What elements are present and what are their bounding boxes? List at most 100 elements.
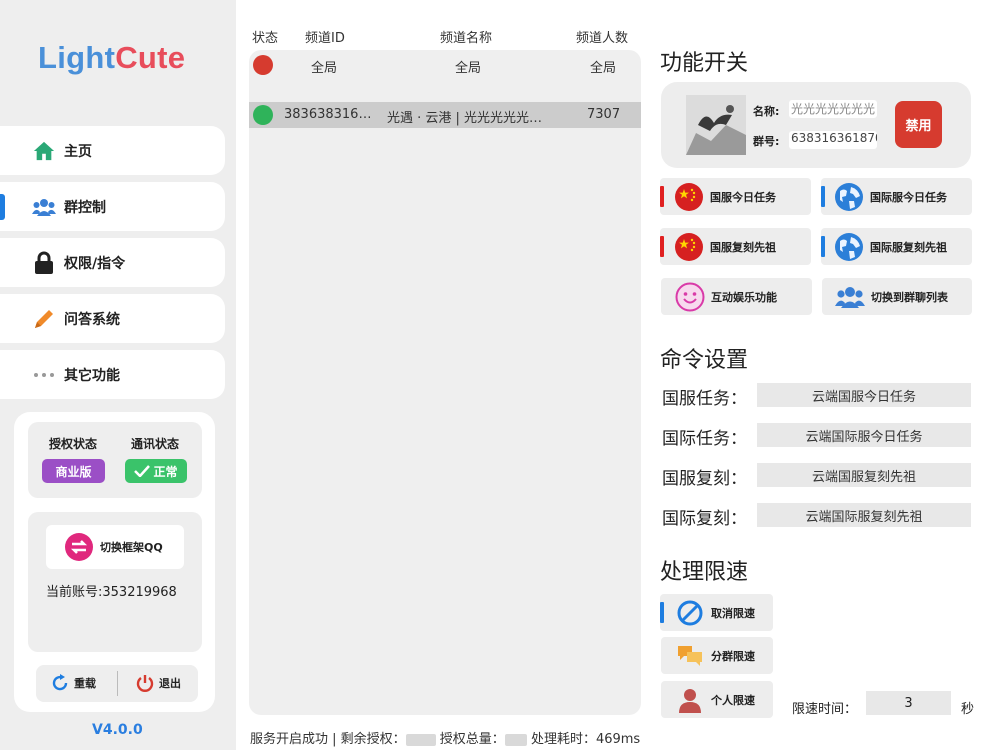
cmd-input-intl-task[interactable]: 云端国际服今日任务 — [757, 423, 971, 447]
cell-channel-id: 383638316… — [284, 107, 372, 122]
switch-qq-button[interactable]: 切换框架QQ — [46, 525, 184, 569]
footer-remaining: 服务开启成功 | 剩余授权： — [250, 732, 406, 747]
button-label: 国服复刻先祖 — [710, 240, 776, 254]
reload-label: 重载 — [74, 677, 96, 690]
table-row[interactable]: 全局 全局 全局 — [249, 52, 641, 78]
nav-item-home[interactable]: 主页 — [0, 126, 225, 175]
cmd-value: 云端国服复刻先祖 — [811, 469, 916, 485]
check-icon — [134, 465, 151, 477]
column-header-channel-name[interactable]: 频道名称 — [440, 27, 492, 46]
cmd-input-intl-rerun[interactable]: 云端国际服复刻先祖 — [757, 503, 971, 527]
switch-group-list-button[interactable]: 切换到群聊列表 — [822, 278, 972, 315]
nav-item-permissions[interactable]: 权限/指令 — [0, 238, 225, 287]
nav-item-group-control[interactable]: 群控制 — [0, 182, 225, 231]
nav-label: 群控制 — [64, 199, 106, 216]
cell-channel-id: 全局 — [311, 61, 338, 76]
person-icon — [675, 685, 705, 715]
group-icon — [835, 282, 865, 312]
column-header-channel-id[interactable]: 频道ID — [305, 27, 345, 46]
status-panel: 授权状态 通讯状态 商业版 正常 切换框架QQ 当前账号:353219968 重… — [14, 412, 215, 712]
group-avatar — [686, 95, 746, 155]
accent-bar — [660, 236, 664, 257]
more-dots-icon — [32, 363, 56, 387]
intl-daily-task-button[interactable]: 国际服今日任务 — [821, 178, 972, 215]
cmd-label-intl-rerun: 国际复刻： — [662, 509, 747, 529]
account-card: 切换框架QQ 当前账号:353219968 — [28, 512, 202, 652]
switch-qq-label: 切换框架QQ — [100, 541, 163, 554]
redacted-value — [405, 733, 436, 746]
divider — [117, 671, 118, 696]
auth-status-badge: 商业版 — [42, 459, 105, 483]
globe-icon — [834, 232, 864, 262]
cmd-value: 云端国际服复刻先祖 — [805, 509, 923, 525]
button-label: 个人限速 — [711, 693, 755, 707]
china-flag-icon — [674, 232, 704, 262]
exit-button[interactable]: 退出 — [135, 673, 181, 693]
column-header-member-count[interactable]: 频道人数 — [576, 27, 628, 46]
nav-label: 其它功能 — [64, 367, 120, 384]
auth-status-value: 商业版 — [55, 464, 92, 479]
footer-time: 处理耗时：469ms — [530, 732, 641, 747]
comm-status-badge: 正常 — [125, 459, 187, 483]
button-label: 国际服今日任务 — [870, 190, 947, 204]
app-logo: LightCute — [38, 40, 185, 76]
smile-icon — [675, 282, 705, 312]
accent-bar — [821, 236, 825, 257]
group-name-label: 名称: — [753, 105, 780, 118]
accent-bar — [821, 186, 825, 207]
rate-limit-unit: 秒 — [961, 702, 975, 717]
group-info-card: 名称: 光光光光光光光 群号: 638316361870 禁用 — [661, 82, 971, 168]
home-icon — [32, 139, 56, 163]
status-dot-green — [253, 105, 273, 125]
cell-channel-name: 光遇 · 云港 | 光光光光光… — [387, 111, 543, 126]
rate-limit-time-input[interactable]: 3 — [866, 691, 951, 715]
redacted-value — [504, 733, 527, 746]
cmd-input-cn-rerun[interactable]: 云端国服复刻先祖 — [757, 463, 971, 487]
current-account-value: 353219968 — [102, 585, 177, 600]
table-row-selected[interactable]: 383638316… 光遇 · 云港 | 光光光光光… 7307 — [249, 102, 641, 128]
rate-limit-time-label: 限速时间： — [792, 702, 858, 717]
group-rate-limit-button[interactable]: 分群限速 — [661, 637, 773, 674]
footer-total: 授权总量： — [439, 732, 505, 747]
section-title-features: 功能开关 — [660, 51, 749, 76]
cancel-rate-limit-button[interactable]: 取消限速 — [660, 594, 773, 631]
accent-bar — [660, 186, 664, 207]
cmd-label-intl-task: 国际任务： — [662, 429, 747, 449]
cmd-value: 云端国服今日任务 — [811, 389, 916, 405]
intl-rerun-ancestor-button[interactable]: 国际服复刻先祖 — [821, 228, 972, 265]
disable-label: 禁用 — [905, 119, 932, 134]
nav-item-qa-system[interactable]: 问答系统 — [0, 294, 225, 343]
nav-label: 权限/指令 — [64, 255, 126, 272]
section-title-rate-limit: 处理限速 — [660, 560, 749, 585]
interactive-fun-button[interactable]: 互动娱乐功能 — [661, 278, 812, 315]
cmd-value: 云端国际服今日任务 — [805, 429, 923, 445]
pencil-icon — [32, 307, 56, 331]
sidebar: LightCute 主页 群控制 权限/指令 问答系统 其它功能 授权状态 通讯… — [0, 0, 236, 750]
button-label: 切换到群聊列表 — [871, 290, 948, 304]
cell-member-count: 全局 — [590, 61, 617, 76]
reload-icon — [52, 674, 68, 691]
button-label: 国服今日任务 — [710, 190, 776, 204]
cmd-input-cn-task[interactable]: 云端国服今日任务 — [757, 383, 971, 407]
nav-item-other[interactable]: 其它功能 — [0, 350, 225, 399]
nav-label: 问答系统 — [64, 311, 120, 328]
ban-icon — [675, 598, 705, 628]
reload-button[interactable]: 重载 — [50, 673, 96, 693]
personal-rate-limit-button[interactable]: 个人限速 — [661, 681, 773, 718]
disable-button[interactable]: 禁用 — [895, 101, 942, 148]
button-label: 互动娱乐功能 — [711, 290, 777, 304]
power-icon — [136, 675, 154, 692]
status-dot-red — [253, 55, 273, 75]
comm-status-value: 正常 — [153, 464, 178, 479]
lock-icon — [32, 251, 56, 275]
column-header-status[interactable]: 状态 — [252, 27, 278, 46]
cn-daily-task-button[interactable]: 国服今日任务 — [660, 178, 811, 215]
channel-table[interactable]: 全局 全局 全局 383638316… 光遇 · 云港 | 光光光光光… 730… — [249, 50, 641, 715]
current-account: 当前账号:353219968 — [46, 581, 177, 600]
cell-channel-name: 全局 — [455, 61, 482, 76]
group-id-label: 群号: — [753, 135, 780, 148]
cell-member-count: 7307 — [587, 107, 621, 122]
logo-part-b: Cute — [115, 40, 186, 75]
cn-rerun-ancestor-button[interactable]: 国服复刻先祖 — [660, 228, 811, 265]
rate-limit-time-value: 3 — [904, 695, 913, 711]
